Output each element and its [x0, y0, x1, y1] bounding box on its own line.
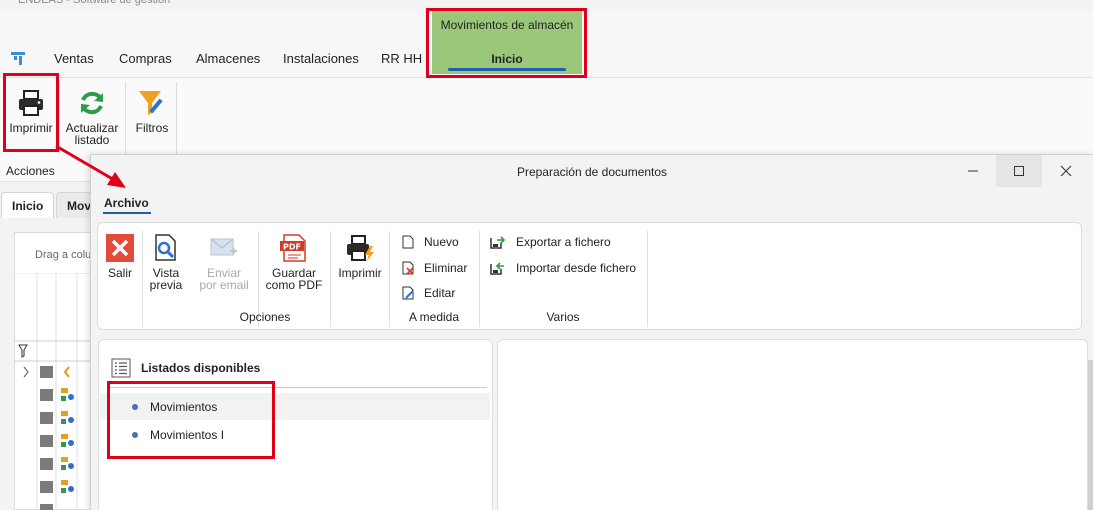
delete-document-icon [402, 261, 414, 275]
import-icon [490, 262, 504, 275]
listados-panel: Listados disponibles Movimientos Movimie… [98, 339, 493, 510]
maximize-button[interactable] [996, 155, 1042, 187]
new-document-icon [402, 235, 414, 249]
minimize-button[interactable] [950, 155, 996, 187]
a-medida-group-label: A medida [408, 310, 460, 324]
filter-icon [139, 91, 163, 115]
guardar-label-2: como PDF [265, 278, 323, 292]
menu-almacenes[interactable]: Almacenes [196, 51, 260, 66]
maximize-icon [1014, 166, 1024, 176]
tab-archivo[interactable]: Archivo [104, 196, 149, 210]
eliminar-label: Eliminar [424, 261, 468, 275]
heading-divider [109, 387, 487, 388]
group-drag-hint: Drag a colu [35, 249, 92, 261]
actualizar-label-2: listado [74, 133, 110, 147]
varios-group-label: Varios [546, 310, 580, 324]
data-grid: Drag a colu [14, 232, 95, 510]
actualizar-listado-button[interactable]: Actualizar listado [62, 88, 122, 146]
printer-lightning-icon [347, 235, 374, 262]
close-icon [1060, 165, 1072, 177]
list-item-label: Movimientos I [150, 427, 225, 442]
grid-rows [15, 273, 95, 510]
imprimir-label: Imprimir [9, 121, 53, 135]
export-icon [490, 236, 506, 249]
listados-heading-label: Listados disponibles [141, 361, 261, 375]
close-button[interactable] [1043, 155, 1089, 187]
bullet-icon [132, 403, 138, 410]
minimize-icon [968, 170, 978, 172]
exportar-fichero-button[interactable]: Exportar a fichero [490, 233, 611, 251]
salir-label: Salir [107, 266, 132, 280]
enviar-email-button[interactable]: Enviar por email [194, 233, 254, 291]
menu-ventas[interactable]: Ventas [54, 51, 94, 66]
exportar-label: Exportar a fichero [516, 235, 611, 249]
app-logo-icon[interactable] [10, 50, 26, 66]
vista-label-2: previa [149, 278, 183, 292]
ribbon-separator [125, 82, 126, 154]
context-group-title: Movimientos de almacén [440, 18, 574, 32]
filtros-button[interactable]: Filtros [130, 88, 174, 134]
svg-text:PDF: PDF [283, 243, 301, 252]
email-icon [210, 238, 237, 256]
imprimir-button[interactable]: Imprimir [6, 88, 56, 134]
list-item-movimientos-i[interactable]: Movimientos I [100, 421, 490, 448]
editar-label: Editar [424, 286, 456, 300]
menu-instalaciones[interactable]: Instalaciones [283, 51, 359, 66]
listados-heading: Listados disponibles [111, 358, 260, 378]
eliminar-button[interactable]: Eliminar [402, 259, 467, 277]
list-icon [111, 358, 131, 378]
nuevo-label: Nuevo [424, 235, 459, 249]
vista-previa-button[interactable]: Vista previa [146, 233, 186, 291]
importar-label: Importar desde fichero [516, 261, 637, 275]
refresh-icon [81, 91, 103, 115]
guardar-pdf-button[interactable]: PDF Guardar como PDF [262, 233, 326, 291]
menu-compras[interactable]: Compras [119, 51, 172, 66]
preparacion-documentos-dialog: Preparación de documentos Archivo Salir … [90, 154, 1093, 510]
bullet-icon [132, 431, 138, 438]
printer-icon [19, 90, 43, 116]
app-title: ENDEAS - Software de gestión [18, 0, 171, 6]
vertical-scrollbar[interactable] [1088, 360, 1093, 510]
dialog-imprimir-label: Imprimir [338, 266, 382, 280]
dialog-title: Preparación de documentos [516, 165, 668, 179]
importar-fichero-button[interactable]: Importar desde fichero [490, 259, 636, 277]
tab-inicio-context[interactable]: Inicio [432, 52, 582, 66]
tab-inicio[interactable]: Inicio [1, 192, 55, 218]
dialog-ribbon: Salir Vista previa Enviar por email PDF … [97, 222, 1082, 330]
preview-magnifier-icon [155, 234, 176, 261]
opciones-group-label: Opciones [239, 310, 291, 324]
list-item-movimientos[interactable]: Movimientos [100, 393, 490, 420]
enviar-label-2: por email [199, 278, 249, 292]
list-item-label: Movimientos [150, 399, 218, 414]
salir-button[interactable]: Salir [102, 233, 138, 279]
ribbon-separator [647, 231, 648, 327]
dialog-imprimir-button[interactable]: Imprimir [334, 233, 386, 279]
editar-button[interactable]: Editar [402, 284, 455, 302]
preview-panel [497, 339, 1088, 510]
acciones-group-label: Acciones [6, 164, 55, 178]
menu-rrhh[interactable]: RR HH [381, 51, 422, 66]
ribbon-separator [59, 82, 60, 154]
edit-document-icon [402, 286, 414, 300]
active-tab-underline [448, 68, 566, 71]
context-tab-movimientos[interactable]: Movimientos de almacén Inicio [432, 10, 582, 74]
exit-x-icon [106, 234, 134, 262]
ribbon-separator [176, 82, 177, 154]
pdf-icon: PDF [280, 234, 306, 262]
archivo-tab-underline [103, 212, 151, 214]
filtros-label: Filtros [135, 121, 169, 135]
nuevo-button[interactable]: Nuevo [402, 233, 459, 251]
